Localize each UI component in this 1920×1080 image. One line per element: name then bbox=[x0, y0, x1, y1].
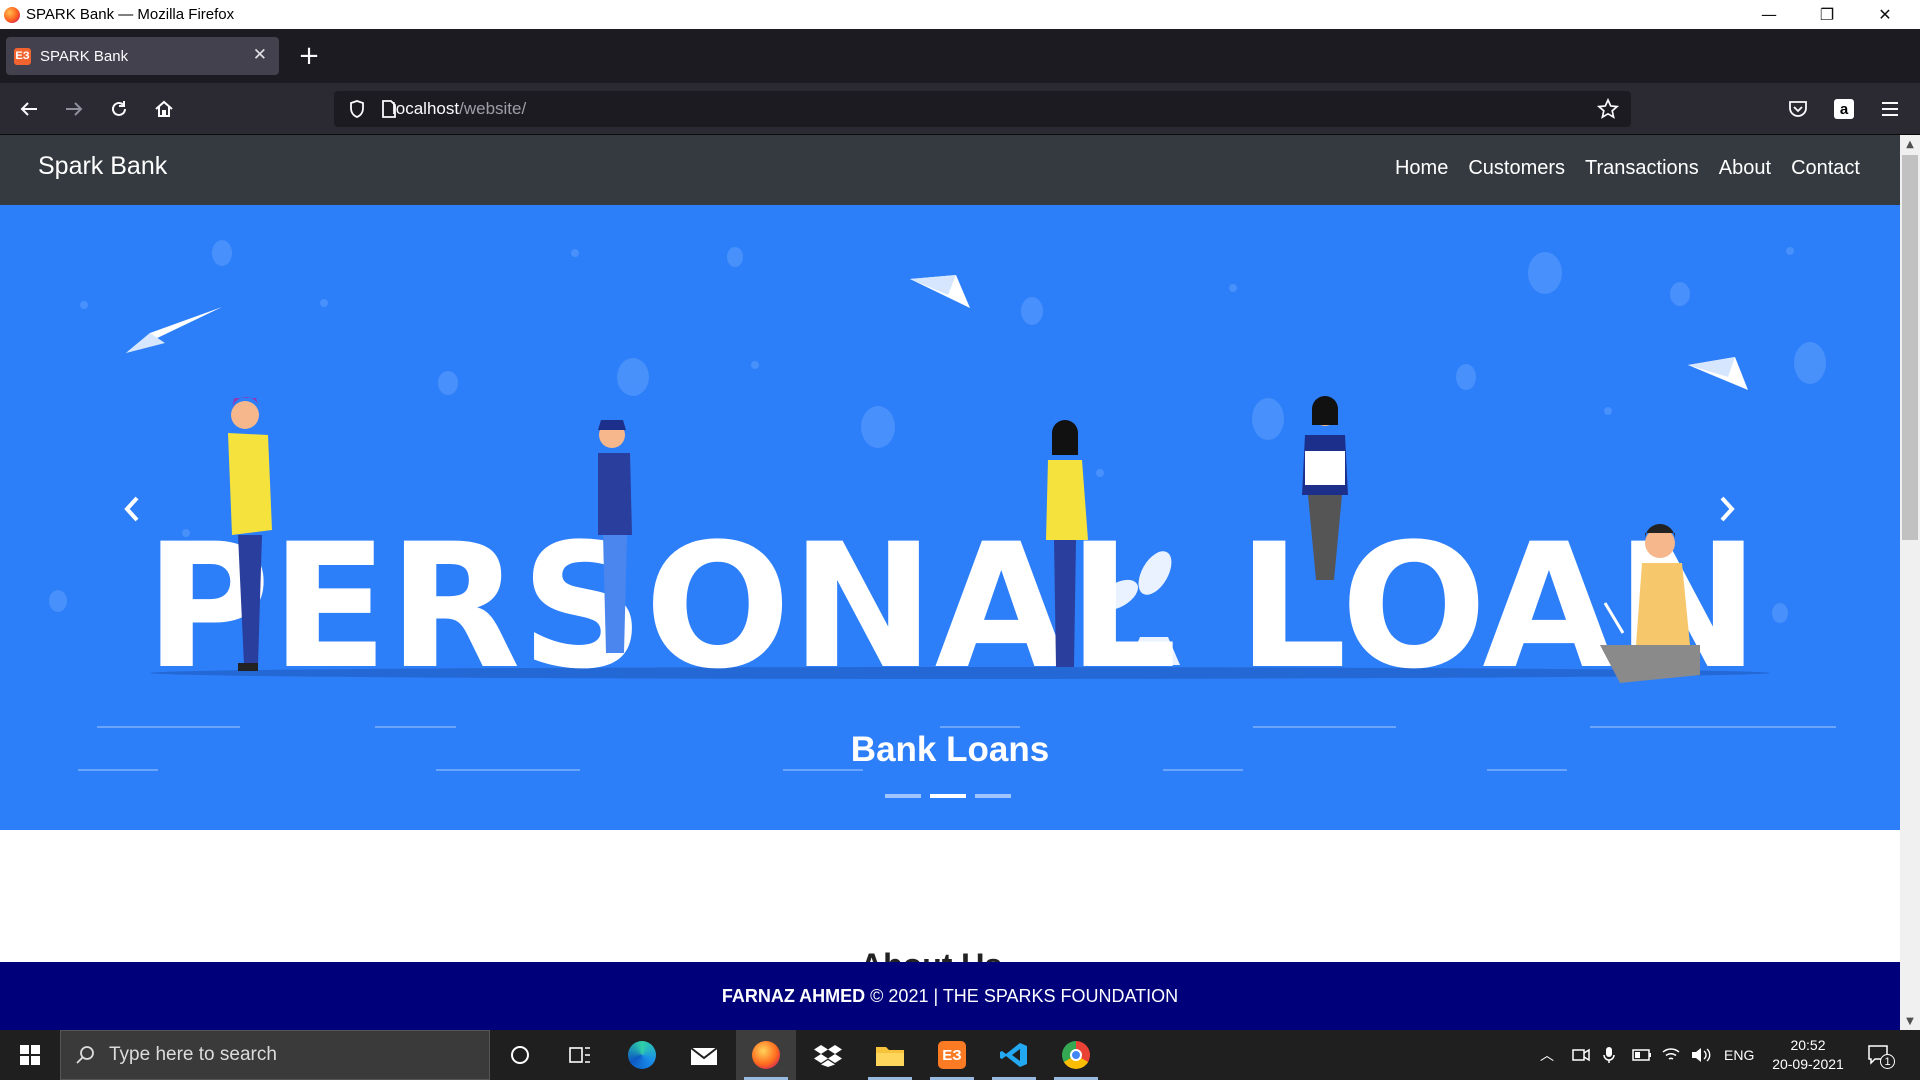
site-navbar: Spark Bank Home Customers Transactions A… bbox=[0, 135, 1900, 205]
chrome-taskbar-button[interactable] bbox=[1046, 1030, 1106, 1080]
task-view-button[interactable] bbox=[550, 1030, 610, 1080]
back-button[interactable] bbox=[13, 93, 45, 125]
chevron-right-icon bbox=[1720, 496, 1735, 522]
volume-icon[interactable] bbox=[1691, 1030, 1711, 1080]
chevron-left-icon bbox=[124, 496, 139, 522]
windows-taskbar: Type here to search ЕЗ ︿ ENG 20:52 20-09… bbox=[0, 1030, 1920, 1080]
microphone-icon[interactable] bbox=[1603, 1030, 1615, 1080]
meet-now-icon[interactable] bbox=[1572, 1030, 1590, 1080]
shield-icon[interactable] bbox=[344, 96, 370, 122]
edge-taskbar-button[interactable] bbox=[612, 1030, 672, 1080]
forward-button[interactable] bbox=[58, 93, 90, 125]
tab-spark-bank[interactable]: ЕЗ SPARK Bank ✕ bbox=[6, 37, 279, 75]
nav-link-transactions[interactable]: Transactions bbox=[1575, 157, 1709, 180]
pocket-icon bbox=[1789, 101, 1807, 117]
close-window-button[interactable]: ✕ bbox=[1856, 0, 1914, 29]
firefox-logo-icon bbox=[4, 6, 20, 23]
mail-taskbar-button[interactable] bbox=[674, 1030, 734, 1080]
site-brand[interactable]: Spark Bank bbox=[38, 152, 167, 181]
show-hidden-icons-button[interactable]: ︿ bbox=[1540, 1030, 1554, 1080]
tab-strip: ЕЗ SPARK Bank ✕ + bbox=[0, 29, 1920, 83]
notification-count: 1 bbox=[1880, 1054, 1895, 1069]
file-explorer-taskbar-button[interactable] bbox=[860, 1030, 920, 1080]
bookmark-star-icon[interactable] bbox=[1595, 96, 1621, 122]
carousel-next-button[interactable] bbox=[1717, 495, 1757, 545]
tab-label: SPARK Bank bbox=[40, 47, 129, 65]
nav-link-about[interactable]: About bbox=[1709, 157, 1781, 180]
vscode-taskbar-button[interactable] bbox=[984, 1030, 1044, 1080]
banner-text: PERSONAL LOAN bbox=[145, 506, 1760, 707]
pocket-button[interactable] bbox=[1782, 93, 1814, 125]
firefox-icon bbox=[752, 1041, 780, 1069]
home-button[interactable] bbox=[148, 93, 180, 125]
firefox-taskbar-button[interactable] bbox=[736, 1030, 796, 1080]
carousel-prev-button[interactable] bbox=[122, 495, 162, 545]
start-button[interactable] bbox=[0, 1030, 60, 1080]
carousel-caption: Bank Loans bbox=[850, 730, 1050, 769]
amazon-icon: a bbox=[1834, 99, 1854, 119]
taskbar-clock[interactable]: 20:52 20-09-2021 bbox=[1758, 1036, 1858, 1074]
carousel-indicator-1[interactable] bbox=[885, 794, 921, 798]
site-footer: FARNAZ AHMED © 2021 | THE SPARKS FOUNDAT… bbox=[0, 962, 1900, 1030]
task-view-icon bbox=[569, 1047, 590, 1063]
clock-date: 20-09-2021 bbox=[1772, 1056, 1844, 1072]
windows-logo-icon bbox=[20, 1045, 40, 1065]
back-arrow-icon bbox=[20, 102, 37, 116]
hero-carousel: PERSONAL LOAN Bank Loans bbox=[0, 205, 1900, 830]
minimize-button[interactable]: — bbox=[1740, 0, 1798, 29]
nav-link-customers[interactable]: Customers bbox=[1458, 157, 1575, 180]
folder-icon bbox=[876, 1047, 904, 1066]
xampp-icon: ЕЗ bbox=[938, 1041, 966, 1069]
restore-button[interactable]: ❐ bbox=[1798, 0, 1856, 29]
url-host: localhost bbox=[392, 99, 460, 118]
edge-icon bbox=[628, 1041, 656, 1069]
dropbox-taskbar-button[interactable] bbox=[798, 1030, 858, 1080]
wifi-icon[interactable] bbox=[1662, 1030, 1680, 1080]
battery-icon[interactable] bbox=[1632, 1030, 1652, 1080]
clock-time: 20:52 bbox=[1790, 1037, 1826, 1053]
page-viewport: Spark Bank Home Customers Transactions A… bbox=[0, 135, 1900, 1030]
scrollbar-thumb[interactable] bbox=[1902, 155, 1918, 540]
xampp-favicon-icon: ЕЗ bbox=[14, 47, 31, 65]
carousel-indicator-2[interactable] bbox=[930, 794, 966, 798]
taskbar-search-box[interactable]: Type here to search bbox=[60, 1030, 490, 1080]
scroll-down-arrow-icon[interactable]: ▼ bbox=[1900, 1012, 1920, 1030]
app-menu-button[interactable] bbox=[1874, 93, 1906, 125]
scroll-up-arrow-icon[interactable]: ▲ bbox=[1900, 135, 1920, 153]
window-title: SPARK Bank — Mozilla Firefox bbox=[26, 6, 235, 23]
carousel-indicator-3[interactable] bbox=[975, 794, 1011, 798]
page-scrollbar[interactable]: ▲ ▼ bbox=[1900, 135, 1920, 1030]
cortana-circle-icon bbox=[511, 1046, 529, 1064]
window-titlebar: SPARK Bank — Mozilla Firefox — ❐ ✕ bbox=[0, 0, 1920, 29]
address-bar[interactable]: localhost/website/ bbox=[334, 91, 1631, 127]
tab-close-icon[interactable]: ✕ bbox=[253, 45, 267, 65]
new-tab-button[interactable]: + bbox=[294, 41, 324, 71]
search-icon bbox=[76, 1046, 94, 1064]
footer-copyright: © 2021 | THE SPARKS FOUNDATION bbox=[865, 985, 1179, 1006]
reload-icon bbox=[112, 101, 126, 116]
amazon-extension-button[interactable]: a bbox=[1828, 93, 1860, 125]
forward-arrow-icon bbox=[66, 102, 83, 116]
nav-link-contact[interactable]: Contact bbox=[1781, 157, 1870, 180]
nav-link-home[interactable]: Home bbox=[1385, 157, 1458, 180]
reload-button[interactable] bbox=[103, 93, 135, 125]
carousel-indicators bbox=[885, 794, 1011, 798]
site-nav-links: Home Customers Transactions About Contac… bbox=[1385, 157, 1870, 180]
hamburger-menu-icon bbox=[1882, 102, 1898, 116]
vscode-icon bbox=[1000, 1043, 1027, 1067]
chrome-icon bbox=[1062, 1041, 1090, 1069]
chevron-up-icon: ︿ bbox=[1540, 1048, 1554, 1064]
action-center-button[interactable]: 1 bbox=[1868, 1030, 1895, 1080]
mail-icon bbox=[690, 1047, 718, 1065]
dropbox-icon bbox=[814, 1045, 842, 1067]
home-icon bbox=[155, 100, 173, 117]
input-language[interactable]: ENG bbox=[1724, 1030, 1754, 1080]
cortana-button[interactable] bbox=[490, 1030, 550, 1080]
url-path: /website/ bbox=[459, 99, 527, 118]
footer-author: FARNAZ AHMED bbox=[721, 985, 866, 1006]
search-placeholder: Type here to search bbox=[109, 1044, 277, 1065]
xampp-taskbar-button[interactable]: ЕЗ bbox=[922, 1030, 982, 1080]
browser-toolbar: localhost/website/ a bbox=[0, 83, 1920, 135]
